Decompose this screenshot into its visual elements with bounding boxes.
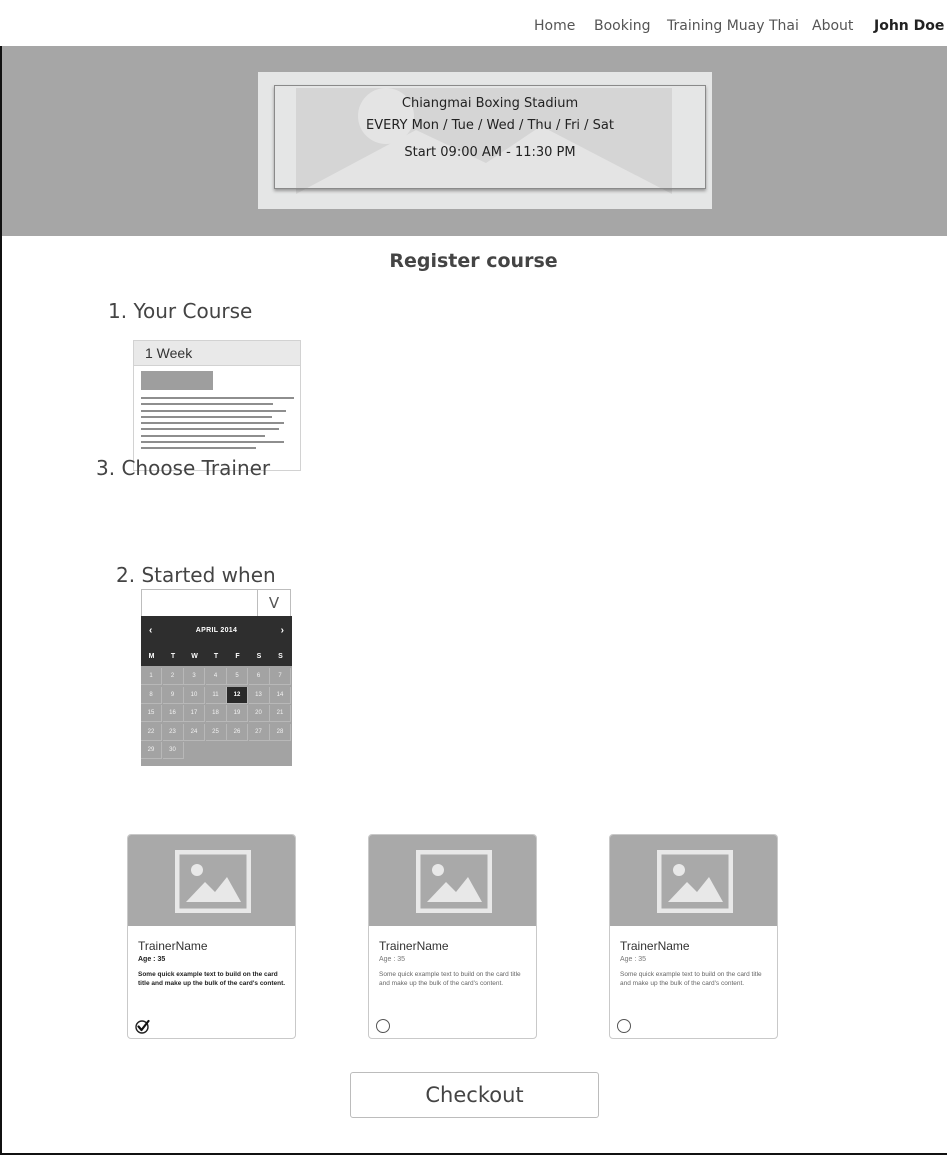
course-text-line — [141, 441, 284, 443]
step-course-heading: 1. Your Course — [108, 299, 253, 323]
trainer-photo-placeholder — [369, 835, 536, 926]
course-card-image-placeholder — [141, 371, 213, 390]
calendar-day[interactable]: 27 — [248, 723, 270, 741]
nav-about-link[interactable]: About — [812, 18, 853, 34]
schedule-hours: Start 09:00 AM - 11:30 PM — [404, 145, 576, 160]
calendar-day[interactable]: 24 — [184, 723, 205, 741]
calendar-day[interactable]: 30 — [162, 742, 184, 759]
user-name-menu[interactable]: John Doe — [874, 18, 944, 34]
course-text-line — [141, 435, 265, 437]
weekday-label: M — [148, 653, 155, 660]
calendar-day[interactable]: 16 — [162, 705, 184, 722]
calendar-days-grid: 1 2 3 4 5 6 7 8 9 10 11 12 13 14 15 16 17 18 19 20 21 22 23 24 2… — [141, 666, 292, 766]
calendar-month-label: APRIL 2014 — [195, 627, 238, 634]
trainer-photo-placeholder — [610, 835, 777, 926]
calendar-day[interactable]: 5 — [227, 668, 248, 685]
trainer-description: Some quick example text to build on the … — [620, 971, 762, 987]
weekday-label: W — [191, 653, 198, 660]
hero-info-box: Chiangmai Boxing Stadium EVERY Mon / Tue… — [274, 85, 706, 189]
course-card-title: 1 Week — [134, 341, 300, 366]
calendar-day[interactable]: 17 — [184, 705, 205, 722]
calendar-weekdays: M T W T F S S — [141, 648, 292, 666]
calendar-day[interactable]: 22 — [141, 723, 162, 741]
trainer-card[interactable]: TrainerName Age : 35 Some quick example … — [609, 834, 778, 1039]
calendar-day[interactable]: 3 — [184, 668, 205, 685]
course-text-line — [141, 410, 286, 412]
trainer-card[interactable]: TrainerName Age : 35 Some quick example … — [368, 834, 537, 1039]
hero-card: Chiangmai Boxing Stadium EVERY Mon / Tue… — [258, 72, 712, 209]
calendar-day[interactable]: 13 — [248, 686, 270, 704]
step-date-heading: 2. Started when — [116, 563, 276, 587]
nav-booking-link[interactable]: Booking — [594, 18, 651, 34]
course-card[interactable]: 1 Week — [133, 340, 301, 471]
image-icon — [416, 850, 492, 913]
calendar-day[interactable]: 1 — [141, 668, 162, 685]
page-title: Register course — [389, 250, 558, 272]
weekday-label: T — [213, 653, 219, 660]
hero-banner: Chiangmai Boxing Stadium EVERY Mon / Tue… — [2, 46, 947, 236]
calendar-day[interactable]: 8 — [141, 686, 162, 704]
nav-training-link[interactable]: Training Muay Thai — [667, 18, 799, 34]
checkout-button[interactable]: Checkout — [350, 1072, 599, 1118]
weekday-label: S — [278, 653, 283, 660]
calendar-day[interactable]: 19 — [227, 705, 248, 722]
calendar-day[interactable]: 7 — [270, 668, 291, 685]
schedule-days: EVERY Mon / Tue / Wed / Thu / Fri / Sat — [366, 118, 614, 133]
calendar-day[interactable]: 11 — [205, 686, 227, 704]
calendar-day[interactable]: 9 — [162, 686, 184, 704]
top-nav: Home Booking Training Muay Thai About Jo… — [0, 0, 947, 46]
calendar-day[interactable]: 28 — [270, 723, 291, 741]
trainer-card[interactable]: TrainerName Age : 35 Some quick example … — [127, 834, 296, 1039]
trainer-photo-placeholder — [128, 835, 295, 926]
calendar-day[interactable]: 6 — [248, 668, 270, 685]
calendar-day[interactable]: 25 — [205, 723, 227, 741]
trainer-age: Age : 35 — [620, 956, 647, 963]
calendar-header: ‹ APRIL 2014 › — [141, 616, 292, 648]
checkmark-icon[interactable] — [135, 1019, 150, 1034]
radio-button[interactable] — [376, 1019, 391, 1034]
trainer-description: Some quick example text to build on the … — [379, 971, 521, 987]
calendar-day[interactable]: 4 — [205, 668, 227, 685]
trainer-name: TrainerName — [379, 939, 449, 953]
trainer-age: Age : 35 — [379, 956, 406, 963]
course-text-line — [141, 416, 272, 418]
trainer-name: TrainerName — [620, 939, 690, 953]
weekday-label: S — [256, 653, 262, 660]
calendar-day[interactable]: 2 — [162, 668, 184, 685]
calendar-day[interactable]: 18 — [205, 705, 227, 722]
radio-button[interactable] — [617, 1019, 632, 1034]
course-text-line — [141, 428, 279, 430]
calendar-day[interactable]: 14 — [270, 686, 291, 704]
calendar-day[interactable]: 21 — [270, 705, 291, 722]
trainer-age: Age : 35 — [138, 956, 166, 963]
course-text-line — [141, 403, 273, 405]
calendar: ‹ APRIL 2014 › M T W T F S S 1 2 3 4 5 6 7 8 9 10… — [141, 616, 292, 766]
start-date-input[interactable]: V — [141, 589, 291, 617]
stadium-name: Chiangmai Boxing Stadium — [401, 96, 579, 111]
calendar-day[interactable]: 15 — [141, 705, 162, 722]
image-icon — [657, 850, 733, 913]
weekday-label: T — [170, 653, 176, 660]
step-trainer-heading: 3. Choose Trainer — [96, 456, 271, 480]
calendar-day[interactable]: 12 — [227, 686, 248, 704]
course-text-line — [141, 397, 294, 399]
date-dropdown-toggle[interactable]: V — [257, 590, 290, 616]
nav-home-link[interactable]: Home — [534, 18, 575, 34]
calendar-day[interactable]: 10 — [184, 686, 205, 704]
calendar-day[interactable]: 29 — [141, 742, 162, 759]
trainer-description: Some quick example text to build on the … — [138, 971, 286, 987]
course-text-line — [141, 447, 256, 449]
image-icon — [175, 850, 251, 913]
calendar-day[interactable]: 20 — [248, 705, 270, 722]
course-text-line — [141, 422, 284, 424]
trainer-name: TrainerName — [138, 939, 208, 953]
calendar-day[interactable]: 23 — [162, 723, 184, 741]
weekday-label: F — [235, 653, 240, 660]
calendar-next-button[interactable]: › — [281, 625, 284, 636]
calendar-day[interactable]: 26 — [227, 723, 248, 741]
